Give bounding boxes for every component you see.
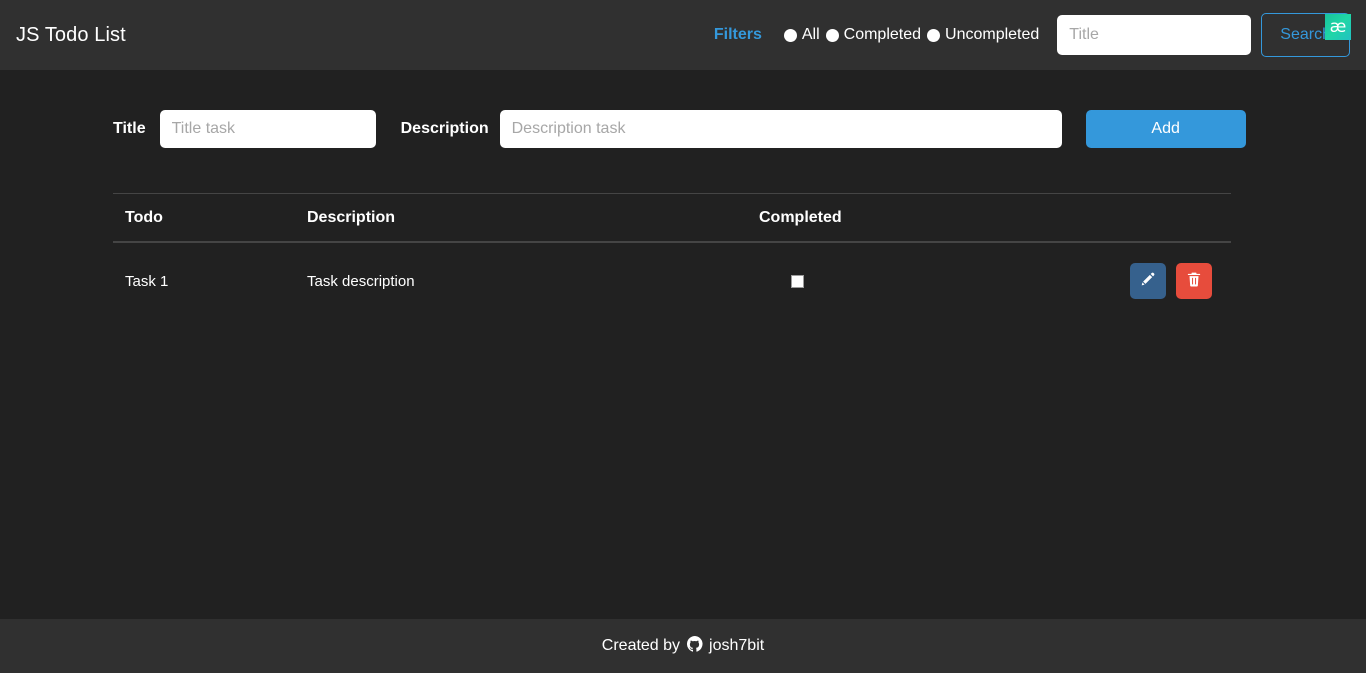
radio-dot-icon[interactable] — [783, 28, 797, 42]
page-footer: Created by josh7bit — [0, 619, 1366, 673]
radio-filter-completed-label: Completed — [843, 26, 922, 43]
footer-author-name: josh7bit — [709, 637, 765, 654]
cell-todo-actions — [1045, 242, 1231, 319]
title-input[interactable] — [159, 110, 376, 148]
description-label: Description — [400, 120, 489, 137]
radio-dot-icon[interactable] — [927, 28, 941, 42]
filter-radio-group: All Completed Uncompleted — [783, 26, 1045, 44]
search-input[interactable] — [1057, 15, 1252, 55]
pencil-icon — [1140, 272, 1155, 290]
table-body: Task 1 Task description — [113, 242, 1231, 319]
page-title: JS Todo List — [16, 23, 126, 46]
cell-todo-title: Task 1 — [125, 272, 169, 290]
column-header-completed: Completed — [747, 193, 1045, 243]
edit-todo-button[interactable] — [1129, 263, 1166, 299]
github-icon — [687, 635, 703, 657]
delete-todo-button[interactable] — [1176, 263, 1212, 299]
trash-icon — [1187, 272, 1201, 290]
add-button[interactable]: Add — [1085, 110, 1246, 148]
radio-filter-completed[interactable]: Completed — [825, 26, 922, 44]
cell-todo-completed — [747, 242, 1045, 319]
github-author-link[interactable]: josh7bit — [687, 635, 765, 657]
column-header-description: Description — [295, 193, 747, 243]
app-root: JS Todo List Filters All Completed Uncom… — [0, 0, 1366, 673]
radio-filter-uncompleted[interactable]: Uncompleted — [927, 26, 1039, 44]
add-todo-form: Title Description Add — [113, 110, 1253, 148]
radio-dot-icon[interactable] — [825, 28, 839, 42]
column-header-todo: Todo — [113, 193, 295, 243]
navbar-right-group: Filters All Completed Uncompleted Search — [714, 13, 1350, 57]
completed-checkbox[interactable] — [791, 275, 804, 289]
description-input[interactable] — [499, 110, 1062, 148]
radio-filter-uncompleted-label: Uncompleted — [945, 26, 1040, 43]
radio-filter-all-label: All — [801, 26, 820, 43]
cell-todo-description: Task description — [307, 272, 415, 290]
filters-label: Filters — [713, 26, 762, 43]
top-navbar: JS Todo List Filters All Completed Uncom… — [0, 0, 1366, 70]
footer-created-by-label: Created by — [601, 637, 681, 654]
radio-filter-all[interactable]: All — [783, 26, 820, 44]
table-row: Task 1 Task description — [113, 242, 1231, 319]
browser-extension-badge-icon[interactable]: æ — [1325, 14, 1351, 40]
main-content: Title Description Add Todo Description C… — [0, 70, 1366, 619]
table-header-row: Todo Description Completed — [113, 193, 1231, 243]
column-header-actions — [1045, 193, 1231, 243]
title-label: Title — [113, 120, 146, 137]
todo-table: Todo Description Completed Task 1 Task d… — [113, 193, 1231, 319]
table-header: Todo Description Completed — [113, 193, 1231, 243]
content-container: Title Description Add Todo Description C… — [113, 70, 1253, 319]
